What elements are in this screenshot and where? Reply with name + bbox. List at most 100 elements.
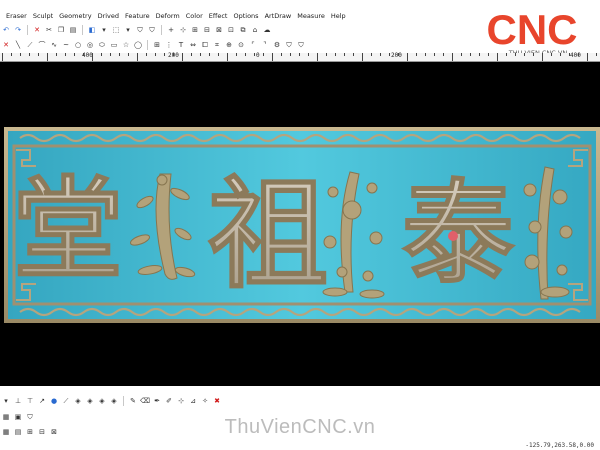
fillet-icon[interactable]: ⌜ [248, 40, 258, 50]
menu-sculpt[interactable]: Sculpt [30, 12, 56, 20]
align-bottom-icon[interactable]: ⊥ [13, 396, 23, 406]
emboss-icon[interactable]: ◈ [73, 396, 83, 406]
menu-deform[interactable]: Deform [153, 12, 183, 20]
curve-icon[interactable]: ~ [61, 40, 71, 50]
menu-geometry[interactable]: Geometry [56, 12, 94, 20]
spline-icon[interactable]: ∿ [49, 40, 59, 50]
emboss2-icon[interactable]: ◈ [85, 396, 95, 406]
character-zu: 祖 [208, 164, 328, 305]
horizontal-ruler: 400 200 0 200 400 [0, 52, 600, 62]
ruler-tick [326, 53, 327, 56]
ruler-tick [38, 53, 39, 56]
shield-icon[interactable]: ⛉ [147, 25, 157, 35]
node-split-icon[interactable]: ⊠ [214, 25, 224, 35]
knife-icon[interactable]: ⊿ [188, 396, 198, 406]
ruler-tick [74, 53, 75, 56]
join-icon[interactable]: ⊕ [224, 40, 234, 50]
menu-measure[interactable]: Measure [294, 12, 328, 20]
array-icon[interactable]: ⋮ [164, 40, 174, 50]
shield-icon[interactable]: ⛉ [135, 25, 145, 35]
menu-artdraw[interactable]: ArtDraw [262, 12, 295, 20]
cut-icon[interactable]: ✂ [44, 25, 54, 35]
ruler-tick [47, 53, 48, 61]
ellipse-icon[interactable]: ⬭ [97, 40, 107, 50]
sculpt-icon[interactable]: ✐ [164, 396, 174, 406]
paste-icon[interactable]: ▤ [68, 25, 78, 35]
3d-viewport[interactable]: 堂 祖 泰 [0, 62, 600, 386]
chamfer-icon[interactable]: ⌝ [260, 40, 270, 50]
align-center-icon[interactable]: ⊤ [25, 396, 35, 406]
carved-characters: 堂 祖 泰 [12, 163, 516, 306]
mirror-icon[interactable]: ⇔ [188, 40, 198, 50]
ruler-tick [119, 53, 120, 56]
erase-tool-icon[interactable]: ⌫ [140, 396, 150, 406]
menu-drived[interactable]: Drived [95, 12, 122, 20]
ruler-tick [11, 53, 12, 56]
ruler-tick [524, 53, 525, 56]
toolbar-separator [123, 396, 124, 406]
line-icon[interactable]: ╲ [13, 40, 23, 50]
smooth-icon[interactable]: ◈ [109, 396, 119, 406]
node-smooth-icon[interactable]: ⊡ [226, 25, 236, 35]
node-edit-icon[interactable]: ⊞ [190, 25, 200, 35]
menu-effect[interactable]: Effect [206, 12, 231, 20]
ruler-tick [146, 53, 147, 56]
node-tool-icon[interactable]: ⊹ [176, 396, 186, 406]
fill-icon[interactable]: ● [49, 396, 59, 406]
star-icon[interactable]: ☆ [121, 40, 131, 50]
circle-icon[interactable]: ○ [73, 40, 83, 50]
polyline-icon[interactable]: ⟋ [25, 40, 35, 50]
pen-icon[interactable]: ✒ [152, 396, 162, 406]
node-add-icon[interactable]: + [166, 25, 176, 35]
vector-icon[interactable]: ⛉ [296, 40, 306, 50]
ruler-tick [29, 53, 30, 56]
ruler-tick [92, 53, 93, 61]
delete-icon[interactable]: ✕ [32, 25, 42, 35]
node-scale-icon[interactable]: ⧉ [238, 25, 248, 35]
menu-options[interactable]: Options [230, 12, 261, 20]
node-link-icon[interactable]: ⊟ [202, 25, 212, 35]
wand-icon[interactable]: ✧ [200, 396, 210, 406]
emboss3-icon[interactable]: ◈ [97, 396, 107, 406]
polygon-icon[interactable]: ◯ [133, 40, 143, 50]
menu-color[interactable]: Color [183, 12, 206, 20]
dropdown-icon[interactable]: ▾ [99, 25, 109, 35]
rectangle-icon[interactable]: ▭ [109, 40, 119, 50]
menu-help[interactable]: Help [328, 12, 349, 20]
ruler-tick [596, 53, 597, 56]
ruler-tick [362, 53, 363, 61]
delete-relief-icon[interactable]: ✖ [212, 396, 222, 406]
copy-icon[interactable]: ❐ [56, 25, 66, 35]
weld-icon[interactable]: ⚙ [272, 40, 282, 50]
view-cube-icon[interactable]: ⬚ [111, 25, 121, 35]
menu-feature[interactable]: Feature [122, 12, 153, 20]
trace-icon[interactable]: ⟋ [61, 396, 71, 406]
offset-icon[interactable]: ⧠ [200, 40, 210, 50]
ruler-tick [587, 53, 588, 61]
node-move-icon[interactable]: ⊹ [178, 25, 188, 35]
color-layer-icon[interactable]: ◧ [87, 25, 97, 35]
arc-icon[interactable]: ⌒ [37, 40, 47, 50]
circle-3pt-icon[interactable]: ◎ [85, 40, 95, 50]
dropdown-icon[interactable]: ▾ [123, 25, 133, 35]
ruler-tick [533, 53, 534, 56]
point-icon[interactable]: ✕ [1, 40, 11, 50]
ruler-tick [506, 53, 507, 56]
menu-eraser[interactable]: Eraser [0, 12, 30, 20]
node-fit-icon[interactable]: ⌂ [250, 25, 260, 35]
redo-icon[interactable]: ↷ [13, 25, 23, 35]
ruler-tick [263, 53, 264, 56]
undo-icon[interactable]: ↶ [1, 25, 11, 35]
close-curve-icon[interactable]: ⊙ [236, 40, 246, 50]
ruler-tick [2, 53, 3, 61]
brush-icon[interactable]: ✎ [128, 396, 138, 406]
lift-icon[interactable]: ↗ [37, 396, 47, 406]
transform-icon[interactable]: ⊞ [152, 40, 162, 50]
text-icon[interactable]: T [176, 40, 186, 50]
trim-icon[interactable]: ⌗ [212, 40, 222, 50]
ruler-tick [164, 53, 165, 56]
node-cloud-icon[interactable]: ☁ [262, 25, 272, 35]
vector-icon[interactable]: ⛉ [284, 40, 294, 50]
dropdown-icon[interactable]: ▾ [1, 396, 11, 406]
ruler-tick [191, 53, 192, 56]
